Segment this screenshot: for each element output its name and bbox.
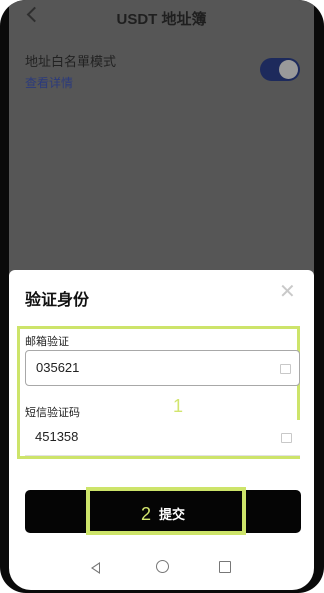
sms-label: 短信验证码 (25, 407, 80, 419)
recent-apps-icon[interactable] (219, 561, 231, 573)
phone-frame: USDT 地址簿 地址白名單模式 查看详情 验证身份 ✕ 邮箱验证 035621… (0, 0, 324, 593)
back-icon[interactable] (91, 562, 100, 574)
whitelist-mode-label: 地址白名單模式 (25, 54, 117, 69)
header: USDT 地址簿 (9, 0, 314, 36)
close-icon[interactable]: ✕ (279, 282, 296, 302)
submit-button[interactable]: 2 提交 (25, 487, 301, 535)
paste-icon[interactable] (280, 364, 291, 374)
page-title: USDT 地址簿 (116, 11, 207, 28)
home-icon[interactable] (156, 560, 169, 573)
submit-text: 提交 (159, 507, 186, 522)
system-nav-bar (9, 555, 314, 585)
sms-code-field[interactable]: 451358 (25, 420, 300, 456)
email-code-field[interactable]: 035621 (25, 350, 300, 386)
screen: USDT 地址簿 地址白名單模式 查看详情 验证身份 ✕ 邮箱验证 035621… (9, 0, 314, 590)
sms-code-value: 451358 (35, 429, 79, 444)
step-marker-2: 2 (140, 504, 151, 524)
step-marker-1: 1 (173, 396, 184, 416)
verify-identity-sheet: 验证身份 ✕ 邮箱验证 035621 1 短信验证码 451358 2 提交 (9, 270, 314, 590)
email-label: 邮箱验证 (25, 336, 69, 348)
sheet-title: 验证身份 (25, 292, 90, 309)
paste-icon[interactable] (281, 433, 292, 443)
whitelist-toggle[interactable] (260, 58, 300, 81)
toggle-knob (279, 60, 298, 79)
view-details-link[interactable]: 查看详情 (25, 74, 73, 91)
side-button (0, 245, 3, 305)
side-button (320, 138, 324, 180)
email-code-value: 035621 (36, 360, 80, 375)
submit-label: 2 提交 (25, 503, 301, 524)
